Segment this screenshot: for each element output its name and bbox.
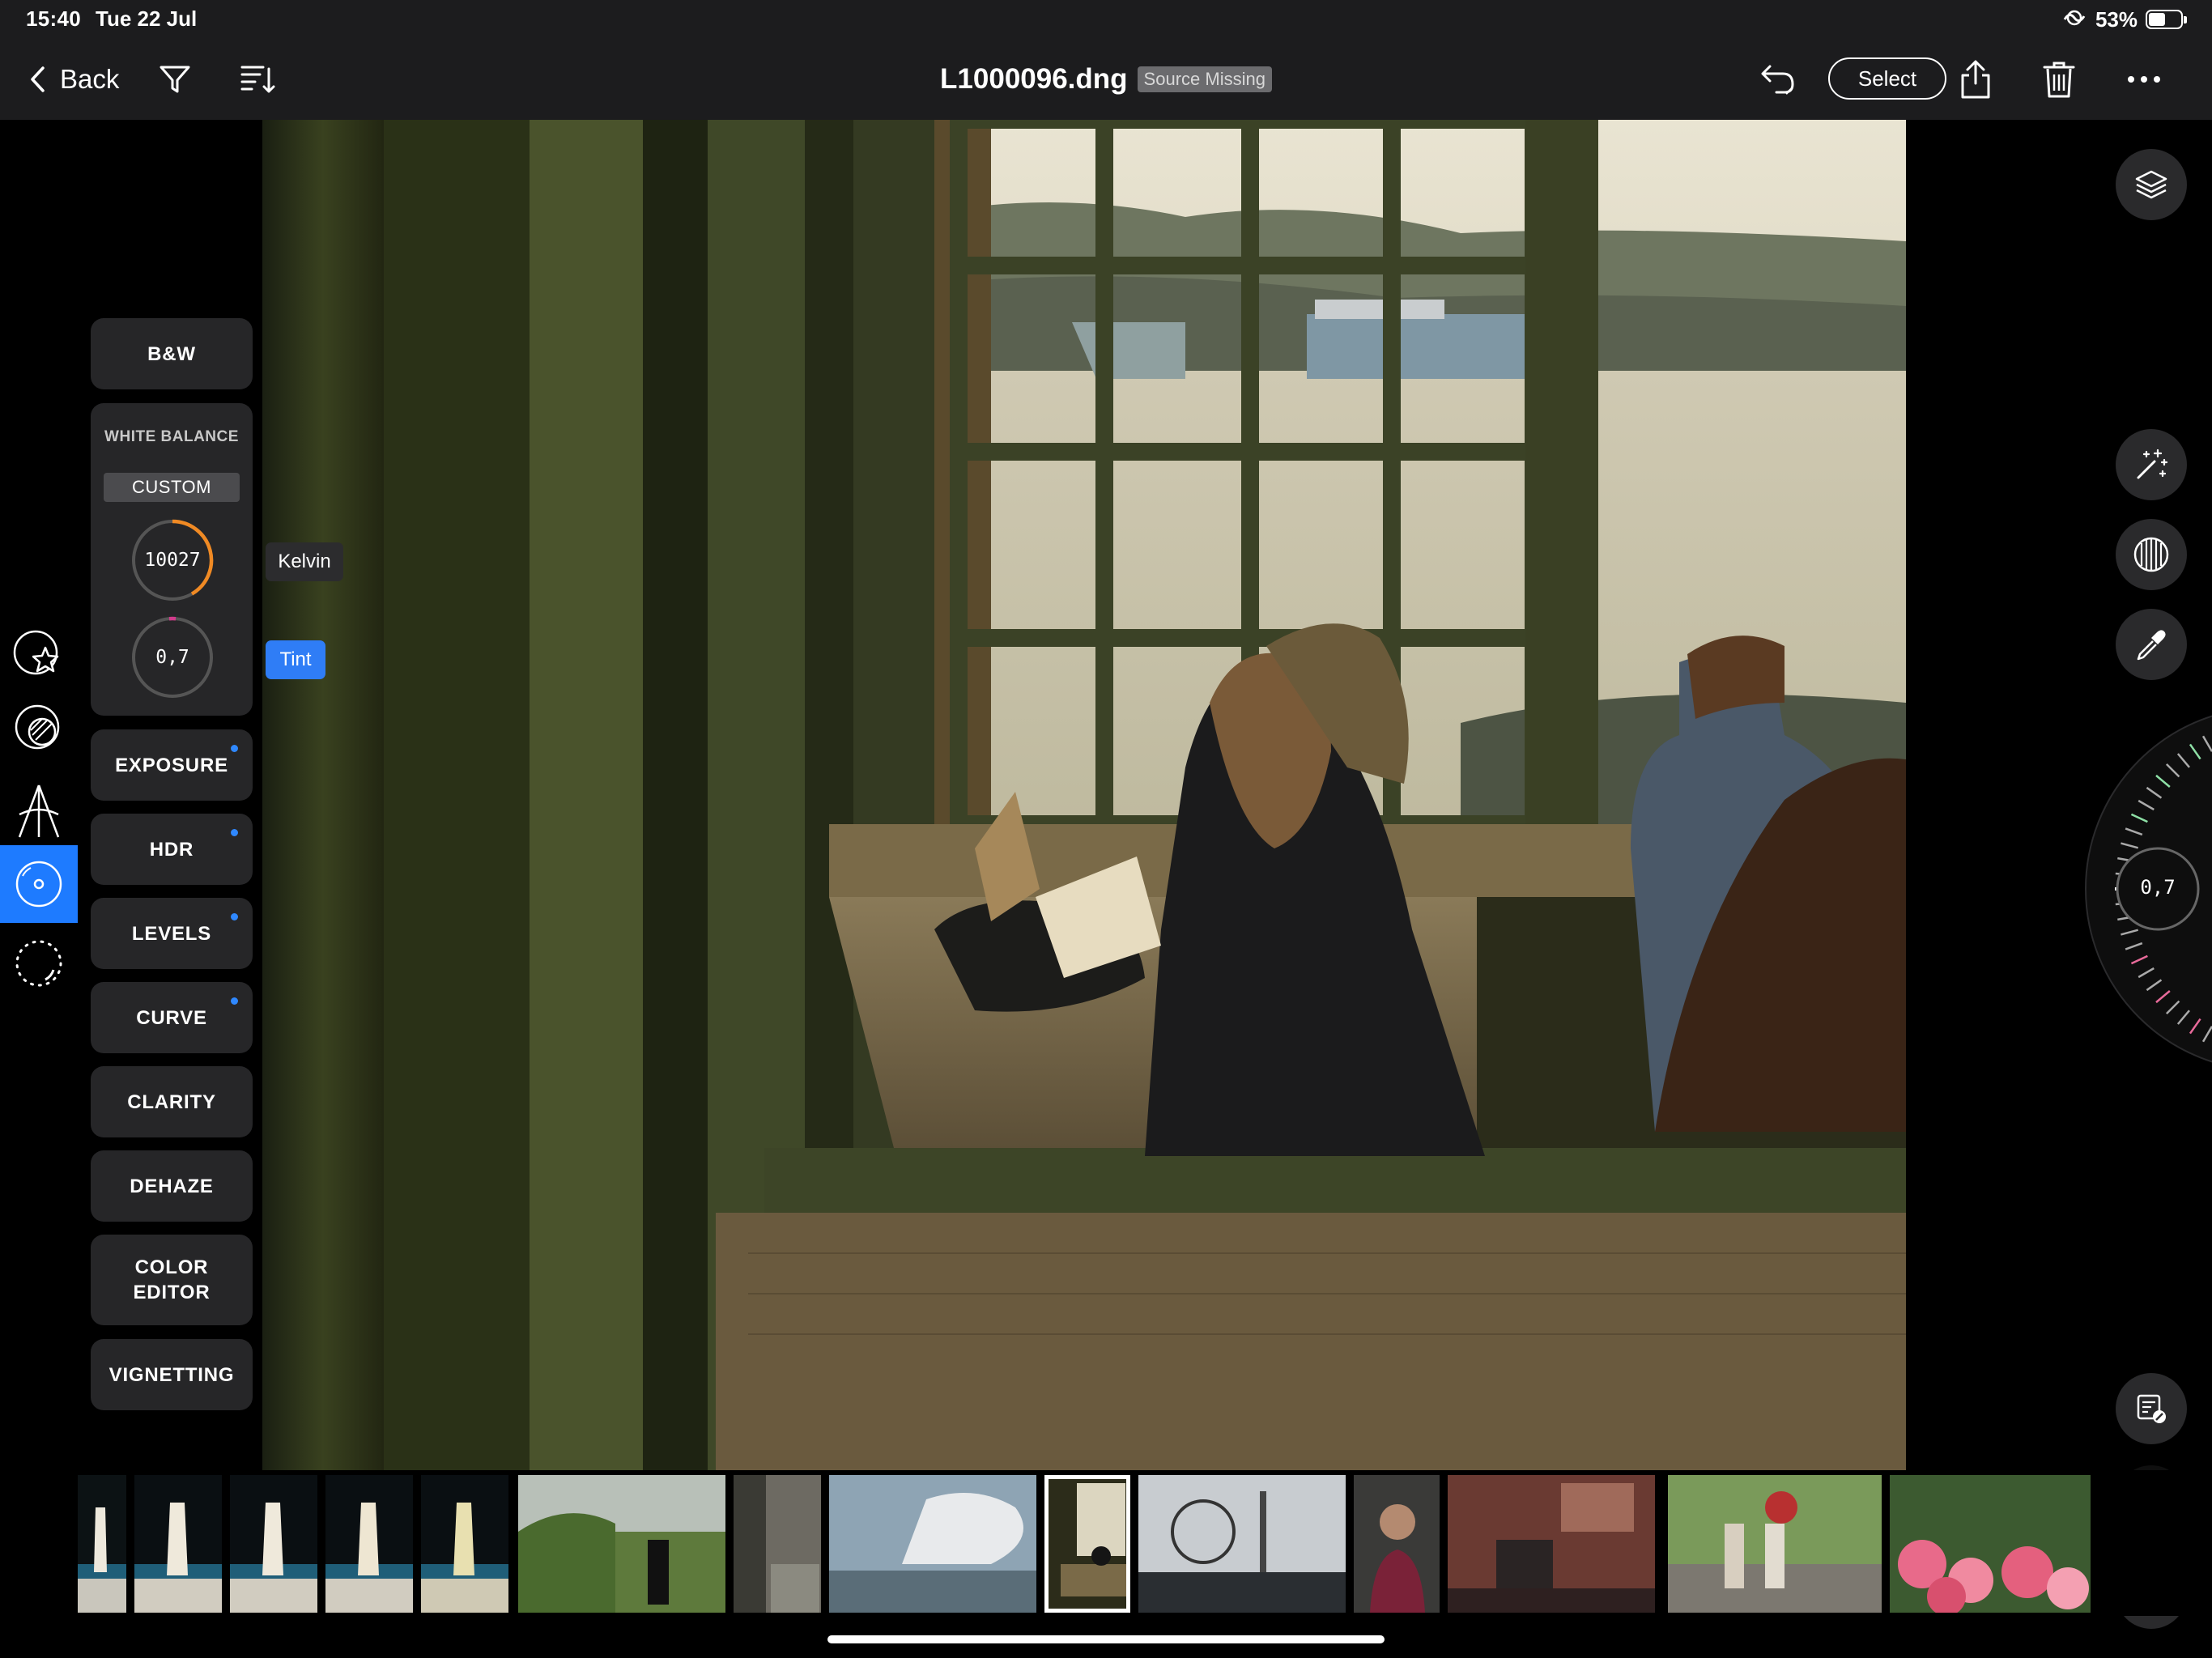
masking-tool[interactable] bbox=[0, 690, 78, 767]
hdr-button[interactable]: HDR bbox=[91, 814, 253, 885]
filmstrip-thumb[interactable] bbox=[829, 1475, 1036, 1613]
filmstrip-thumb[interactable] bbox=[78, 1475, 126, 1613]
grain-icon bbox=[2133, 537, 2169, 572]
auto-enhance-button[interactable] bbox=[2116, 429, 2187, 500]
tint-knob[interactable]: 0,7 bbox=[130, 615, 215, 699]
kelvin-tooltip: Kelvin bbox=[266, 542, 343, 581]
presets-tool[interactable] bbox=[0, 614, 78, 691]
vignetting-button[interactable]: VIGNETTING bbox=[91, 1339, 253, 1410]
source-missing-badge: Source Missing bbox=[1137, 66, 1272, 92]
filmstrip-thumb[interactable] bbox=[230, 1475, 317, 1613]
share-button[interactable] bbox=[1955, 58, 1997, 100]
filmstrip-thumb[interactable] bbox=[134, 1475, 222, 1613]
tint-value: 0,7 bbox=[155, 647, 189, 668]
dial-value: 0,7 bbox=[2140, 876, 2176, 899]
delete-button[interactable] bbox=[2038, 58, 2080, 100]
status-date: Tue 22 Jul bbox=[96, 6, 198, 31]
filmstrip-thumb[interactable] bbox=[518, 1475, 725, 1613]
eyedropper-button[interactable] bbox=[2116, 609, 2187, 680]
more-button[interactable] bbox=[2123, 58, 2165, 100]
levels-button[interactable]: LEVELS bbox=[91, 898, 253, 969]
kelvin-knob[interactable]: 10027 bbox=[130, 518, 215, 602]
more-icon bbox=[2128, 76, 2160, 83]
white-balance-mode[interactable]: CUSTOM bbox=[104, 473, 240, 502]
selective-icon bbox=[15, 940, 62, 987]
geometry-icon bbox=[18, 784, 60, 838]
photo-canvas[interactable] bbox=[262, 120, 1906, 1470]
auto-enhance-icon bbox=[2137, 449, 2168, 479]
undo-button[interactable] bbox=[1757, 58, 1799, 100]
exposure-button[interactable]: EXPOSURE bbox=[91, 729, 253, 801]
home-indicator bbox=[827, 1635, 1385, 1643]
geometry-tool[interactable] bbox=[0, 772, 78, 850]
adjust-tool[interactable] bbox=[0, 845, 78, 923]
color-editor-button[interactable]: COLOR EDITOR bbox=[91, 1235, 253, 1325]
dehaze-button[interactable]: DEHAZE bbox=[91, 1150, 253, 1222]
select-button[interactable]: Select bbox=[1828, 57, 1946, 100]
battery-icon bbox=[2146, 10, 2187, 29]
white-balance-panel: WHITE BALANCE CUSTOM 10027 0,7 bbox=[91, 403, 253, 716]
undo-icon bbox=[1761, 65, 1794, 95]
filename: L1000096.dng bbox=[940, 62, 1128, 95]
top-toolbar: Back L1000096.dng Source Missing Select bbox=[0, 39, 2212, 120]
modified-dot bbox=[231, 913, 238, 920]
filmstrip-thumb[interactable] bbox=[734, 1475, 821, 1613]
filmstrip-thumb[interactable] bbox=[325, 1475, 413, 1613]
link-icon bbox=[2061, 7, 2087, 32]
kelvin-value: 10027 bbox=[144, 550, 201, 571]
bw-button[interactable]: B&W bbox=[91, 318, 253, 389]
battery-percent: 53% bbox=[2095, 6, 2138, 32]
photo-editor-app: { "status_bar": { "time": "15:40", "date… bbox=[0, 0, 2212, 1658]
grain-button[interactable] bbox=[2116, 519, 2187, 590]
selective-tool[interactable] bbox=[0, 925, 78, 1002]
white-balance-title: WHITE BALANCE bbox=[104, 428, 239, 445]
modified-dot bbox=[231, 829, 238, 836]
clarity-button[interactable]: CLARITY bbox=[91, 1066, 253, 1137]
share-icon bbox=[1961, 60, 1990, 99]
tint-tooltip: Tint bbox=[266, 640, 325, 679]
edited-photo bbox=[262, 120, 1906, 1470]
filmstrip-thumb[interactable] bbox=[1890, 1475, 2091, 1613]
filmstrip-thumb[interactable] bbox=[1668, 1475, 1882, 1613]
status-right: 53% bbox=[2061, 5, 2187, 34]
filmstrip-thumb[interactable] bbox=[421, 1475, 508, 1613]
curve-button[interactable]: CURVE bbox=[91, 982, 253, 1053]
eyedropper-icon bbox=[2137, 630, 2166, 661]
status-bar: 15:40 Tue 22 Jul 53% bbox=[0, 0, 2212, 39]
masking-icon bbox=[15, 704, 60, 750]
filmstrip-thumb-selected[interactable] bbox=[1044, 1475, 1130, 1613]
star-presets-icon bbox=[13, 630, 59, 675]
modified-dot bbox=[231, 745, 238, 752]
copy-settings-icon bbox=[2137, 1394, 2166, 1423]
status-time: 15:40 bbox=[26, 6, 81, 31]
filmstrip-thumb[interactable] bbox=[1138, 1475, 1346, 1613]
filmstrip-thumb[interactable] bbox=[1354, 1475, 1440, 1613]
modified-dot bbox=[231, 997, 238, 1005]
layers-icon bbox=[2135, 170, 2167, 199]
copy-settings-button[interactable] bbox=[2116, 1373, 2187, 1444]
layers-button[interactable] bbox=[2116, 149, 2187, 220]
trash-icon bbox=[2043, 62, 2075, 98]
adjust-icon bbox=[15, 861, 62, 908]
filmstrip-thumb[interactable] bbox=[1448, 1475, 1655, 1613]
